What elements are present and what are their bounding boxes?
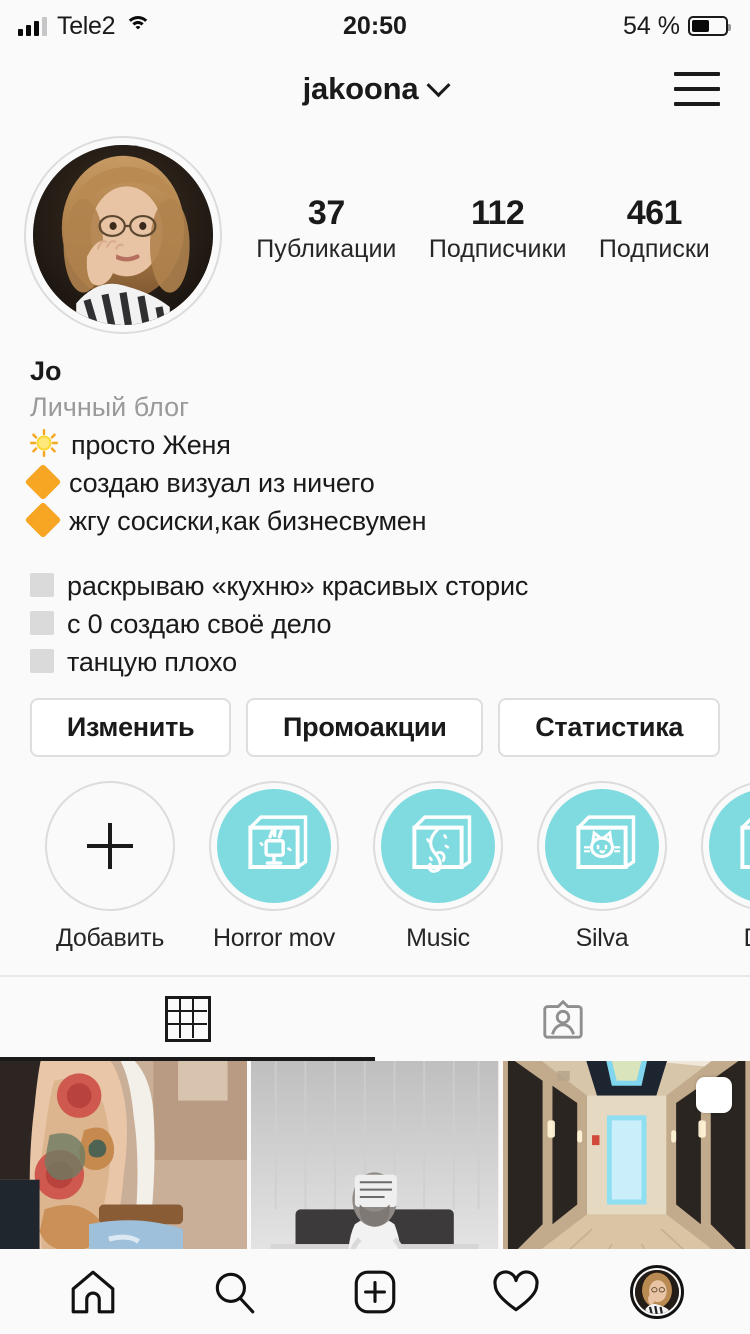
stat-followers[interactable]: 112 Подписчики: [429, 194, 567, 264]
avatar[interactable]: [24, 136, 222, 334]
bio-line: просто Женя: [30, 426, 720, 464]
photo-grid: [0, 1060, 750, 1249]
bio-line-text: танцую плохо: [67, 647, 237, 678]
highlight-label: Silva: [575, 923, 629, 952]
page-title: jakoona: [302, 71, 419, 106]
highlight-ring: [45, 780, 175, 911]
sun-emoji: [30, 428, 58, 457]
highlight-dblr[interactable]: Dblr: [684, 780, 750, 953]
orange-diamond-emoji: [24, 501, 62, 539]
profile-stats: 37 Публикации 112 Подписчики 461 Подписк…: [222, 194, 726, 276]
promotions-button[interactable]: Промоакции: [246, 697, 484, 757]
hamburger-menu-icon[interactable]: [674, 72, 720, 106]
plus-icon: [87, 822, 133, 869]
stat-following[interactable]: 461 Подписки: [599, 194, 710, 264]
stat-followers-value: 112: [470, 193, 525, 232]
bio-line: создаю визуал из ничего: [24, 463, 720, 502]
story-highlights[interactable]: Добавить Horror mov Music Silva: [0, 757, 750, 953]
tab-grid[interactable]: [0, 977, 375, 1061]
stat-posts-value: 37: [307, 193, 345, 232]
nav-profile[interactable]: [625, 1262, 689, 1322]
highlight-music[interactable]: Music: [356, 780, 520, 953]
highlight-cover: [545, 788, 659, 903]
plus-square-icon: [354, 1270, 396, 1314]
highlight-add[interactable]: Добавить: [28, 780, 192, 953]
bio-line: танцую плохо: [30, 643, 720, 681]
bottom-navigation: [0, 1250, 750, 1334]
tab-tagged[interactable]: [375, 977, 750, 1061]
bio-line-text: создаю визуал из ничего: [69, 467, 375, 498]
highlight-horror-mov[interactable]: Horror mov: [192, 780, 356, 953]
grid-icon: [164, 995, 211, 1042]
nav-search[interactable]: [202, 1262, 266, 1322]
bio-line-text: просто Женя: [71, 429, 231, 460]
bio-line: жгу сосиски,как бизнесвумен: [24, 501, 720, 540]
profile-avatar-icon: [630, 1265, 685, 1319]
treble-clef-sketch-icon: [412, 814, 472, 873]
statistics-button[interactable]: Статистика: [498, 697, 721, 757]
highlight-ring: [209, 780, 339, 911]
bio-line-text: с 0 создаю своё дело: [67, 608, 332, 639]
bio-section: Jo Личный блог просто Женя создаю визуал…: [0, 334, 750, 682]
tv-sketch-icon: [248, 814, 308, 869]
nav-home[interactable]: [61, 1262, 125, 1322]
stat-posts[interactable]: 37 Публикации: [256, 194, 396, 264]
highlight-label: Horror mov: [212, 923, 335, 952]
highlight-label: Dblr: [744, 924, 750, 953]
profile-summary-row: 37 Публикации 112 Подписчики 461 Подписк…: [0, 126, 750, 334]
stat-following-value: 461: [626, 193, 683, 232]
stat-following-label: Подписки: [598, 235, 710, 264]
bird-sketch-icon: [740, 817, 750, 869]
highlight-label: Music: [406, 923, 470, 952]
missing-glyph-box-icon: [30, 649, 54, 674]
bio-display-name: Jo: [30, 356, 62, 386]
carousel-badge-icon: [695, 1076, 732, 1113]
stat-followers-label: Подписчики: [428, 235, 567, 264]
home-icon: [71, 1270, 114, 1314]
orange-diamond-emoji: [24, 463, 62, 501]
highlight-ring: [537, 780, 667, 911]
bio-spacer: [30, 541, 720, 567]
battery-icon: [688, 16, 731, 36]
highlight-ring: [701, 780, 750, 911]
status-bar: Tele2 20:50 54 %: [0, 0, 750, 52]
nav-avatar-portrait-art: [635, 1270, 680, 1314]
profile-action-buttons: Изменить Промоакции Статистика: [0, 682, 750, 757]
edit-profile-button[interactable]: Изменить: [30, 697, 232, 757]
heart-icon: [493, 1270, 539, 1312]
tagged-person-icon: [542, 999, 583, 1039]
missing-glyph-box-icon: [30, 610, 54, 635]
chevron-down-icon: [426, 72, 451, 97]
grid-photo-2[interactable]: [251, 1060, 499, 1249]
status-bar-clock: 20:50: [343, 11, 407, 40]
highlight-silva[interactable]: Silva: [520, 780, 684, 953]
grid-photo-1[interactable]: [0, 1060, 248, 1249]
bio-line-text: раскрываю «кухню» красивых сторис: [67, 570, 529, 601]
avatar-image: [33, 145, 213, 325]
profile-header: jakoona: [0, 52, 750, 126]
bio-line-text: жгу сосиски,как бизнесвумен: [69, 506, 427, 537]
username-dropdown[interactable]: jakoona: [302, 71, 451, 107]
nav-activity[interactable]: [484, 1262, 548, 1322]
nav-create[interactable]: [343, 1262, 407, 1322]
highlight-cover: [217, 788, 331, 903]
highlight-ring: [373, 780, 503, 911]
stat-posts-label: Публикации: [256, 235, 397, 264]
grid-photo-3[interactable]: [502, 1060, 750, 1249]
profile-tabs: [0, 974, 750, 1061]
black-white-bedroom-selfie-photo: [251, 1060, 499, 1249]
bio-line: с 0 создаю своё дело: [30, 605, 720, 643]
highlight-label: Добавить: [55, 923, 165, 952]
bio-category: Личный блог: [30, 392, 189, 423]
cat-face-sketch-icon: [576, 814, 636, 869]
search-icon: [215, 1272, 255, 1314]
highlight-cover: [709, 788, 750, 903]
avatar-portrait-art: [33, 145, 213, 325]
bio-line: раскрываю «кухню» красивых сторис: [30, 567, 720, 605]
highlight-add-circle: [53, 788, 167, 903]
highlight-cover: [381, 788, 495, 903]
instagram-profile-screen: Tele2 20:50 54 % jakoona 37 Публикации 1…: [0, 0, 750, 1334]
missing-glyph-box-icon: [30, 572, 54, 597]
tattooed-arm-photo: [0, 1060, 248, 1249]
